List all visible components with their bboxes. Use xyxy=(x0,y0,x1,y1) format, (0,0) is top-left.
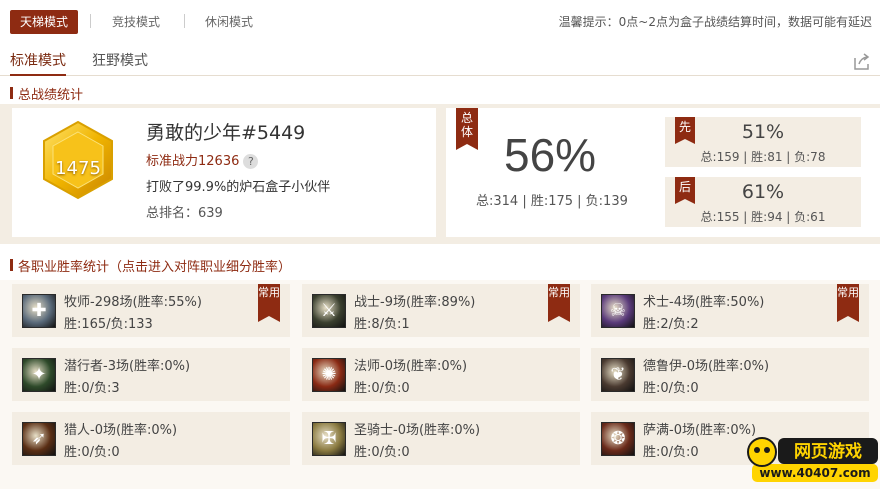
site-logo: 网页游戏 www.40407.com xyxy=(747,437,878,482)
share-icon[interactable] xyxy=(852,52,872,72)
common-badge: 常用 xyxy=(548,284,570,322)
svg-text:网页游戏: 网页游戏 xyxy=(794,441,862,462)
paladin-icon: ✠ xyxy=(312,422,346,456)
class-card[interactable]: ✠ 圣骑士-0场(胜率:0%) 胜:0/负:0 xyxy=(302,412,580,465)
class-name: 猎人-0场(胜率:0%) xyxy=(64,423,178,438)
tab-standard-mode[interactable]: 标准模式 xyxy=(10,50,66,76)
rogue-icon: ✦ xyxy=(22,358,56,392)
class-card[interactable]: ✚ 牧师-298场(胜率:55%) 胜:165/负:133 常用 xyxy=(12,284,290,337)
power-value: 标准战力12636 xyxy=(146,154,240,169)
warrior-icon: ⚔ xyxy=(312,294,346,328)
class-name: 牧师-298场(胜率:55%) xyxy=(64,295,202,310)
class-name: 圣骑士-0场(胜率:0%) xyxy=(354,423,481,438)
rank-badge-value: 1475 xyxy=(55,158,101,179)
divider xyxy=(184,14,185,28)
total-record: 总:314 | 胜:175 | 负:139 xyxy=(476,194,628,209)
second-hand-record: 总:155 | 胜:94 | 负:61 xyxy=(700,210,826,224)
player-name: 勇敢的少年#5449 xyxy=(146,122,306,144)
druid-icon: ❦ xyxy=(601,358,635,392)
first-hand-card: 先 51% 总:159 | 胜:81 | 负:78 xyxy=(665,117,861,167)
classes-section-title: 各职业胜率统计（点击进入对阵职业细分胜率） xyxy=(10,256,291,275)
common-badge: 常用 xyxy=(837,284,859,322)
total-rank: 总排名：639 xyxy=(146,206,223,221)
class-card[interactable]: ✺ 法师-0场(胜率:0%) 胜:0/负:0 xyxy=(302,348,580,401)
beat-text: 打败了99.9%的炉石盒子小伙伴 xyxy=(146,180,331,195)
class-card[interactable]: ➶ 猎人-0场(胜率:0%) 胜:0/负:0 xyxy=(12,412,290,465)
class-record: 胜:0/负:0 xyxy=(354,381,410,396)
tab-arena-mode[interactable]: 竞技模式 xyxy=(112,10,160,34)
class-name: 法师-0场(胜率:0%) xyxy=(354,359,468,374)
class-record: 胜:8/负:1 xyxy=(354,317,410,332)
first-hand-winrate: 51% xyxy=(741,121,785,143)
sub-tab-bar: 标准模式 狂野模式 xyxy=(0,42,880,76)
class-name: 潜行者-3场(胜率:0%) xyxy=(64,359,191,374)
mode-bar: 天梯模式 竞技模式 休闲模式 温馨提示：0点~2点为盒子战绩结算时间，数据可能有… xyxy=(0,0,880,42)
help-icon[interactable]: ? xyxy=(243,154,259,169)
tab-casual-mode[interactable]: 休闲模式 xyxy=(205,10,253,34)
class-card[interactable]: ⚔ 战士-9场(胜率:89%) 胜:8/负:1 常用 xyxy=(302,284,580,337)
second-hand-winrate: 61% xyxy=(741,181,785,203)
tab-ladder-mode[interactable]: 天梯模式 xyxy=(10,10,79,34)
class-name: 术士-4场(胜率:50%) xyxy=(643,295,765,310)
class-name: 德鲁伊-0场(胜率:0%) xyxy=(643,359,770,374)
shaman-icon: ❂ xyxy=(601,422,635,456)
class-record: 胜:0/负:0 xyxy=(64,445,120,460)
second-hand-card: 后 61% 总:155 | 胜:94 | 负:61 xyxy=(665,177,861,227)
class-card[interactable]: ✦ 潜行者-3场(胜率:0%) 胜:0/负:3 xyxy=(12,348,290,401)
first-hand-record: 总:159 | 胜:81 | 负:78 xyxy=(700,150,826,164)
total-ribbon: 总体 xyxy=(456,108,478,150)
total-winrate: 56% xyxy=(504,129,597,181)
class-card[interactable]: ☠ 术士-4场(胜率:50%) 胜:2/负:2 常用 xyxy=(591,284,869,337)
warlock-icon: ☠ xyxy=(601,294,635,328)
divider xyxy=(90,14,91,28)
hunter-icon: ➶ xyxy=(22,422,56,456)
class-record: 胜:2/负:2 xyxy=(643,317,699,332)
mage-icon: ✺ xyxy=(312,358,346,392)
class-record: 胜:0/负:0 xyxy=(354,445,410,460)
power-line: 标准战力12636? xyxy=(146,150,259,169)
tip-text: 温馨提示：0点~2点为盒子战绩结算时间，数据可能有延迟 xyxy=(558,15,872,29)
common-badge: 常用 xyxy=(258,284,280,322)
priest-icon: ✚ xyxy=(22,294,56,328)
tab-wild-mode[interactable]: 狂野模式 xyxy=(92,50,148,76)
svg-text:www.40407.com: www.40407.com xyxy=(759,466,870,480)
player-card: 1475 勇敢的少年#5449 标准战力12636? 打败了99.9%的炉石盒子… xyxy=(12,108,436,237)
summary-section-title: 总战绩统计 xyxy=(10,84,83,103)
class-card[interactable]: ❦ 德鲁伊-0场(胜率:0%) 胜:0/负:0 xyxy=(591,348,869,401)
class-record: 胜:0/负:3 xyxy=(64,381,120,396)
class-record: 胜:165/负:133 xyxy=(64,317,153,332)
class-name: 战士-9场(胜率:89%) xyxy=(354,295,476,310)
winrate-card: 总体 56% 总:314 | 胜:175 | 负:139 先 51% 总:159… xyxy=(446,108,880,237)
class-record: 胜:0/负:0 xyxy=(643,445,699,460)
class-record: 胜:0/负:0 xyxy=(643,381,699,396)
